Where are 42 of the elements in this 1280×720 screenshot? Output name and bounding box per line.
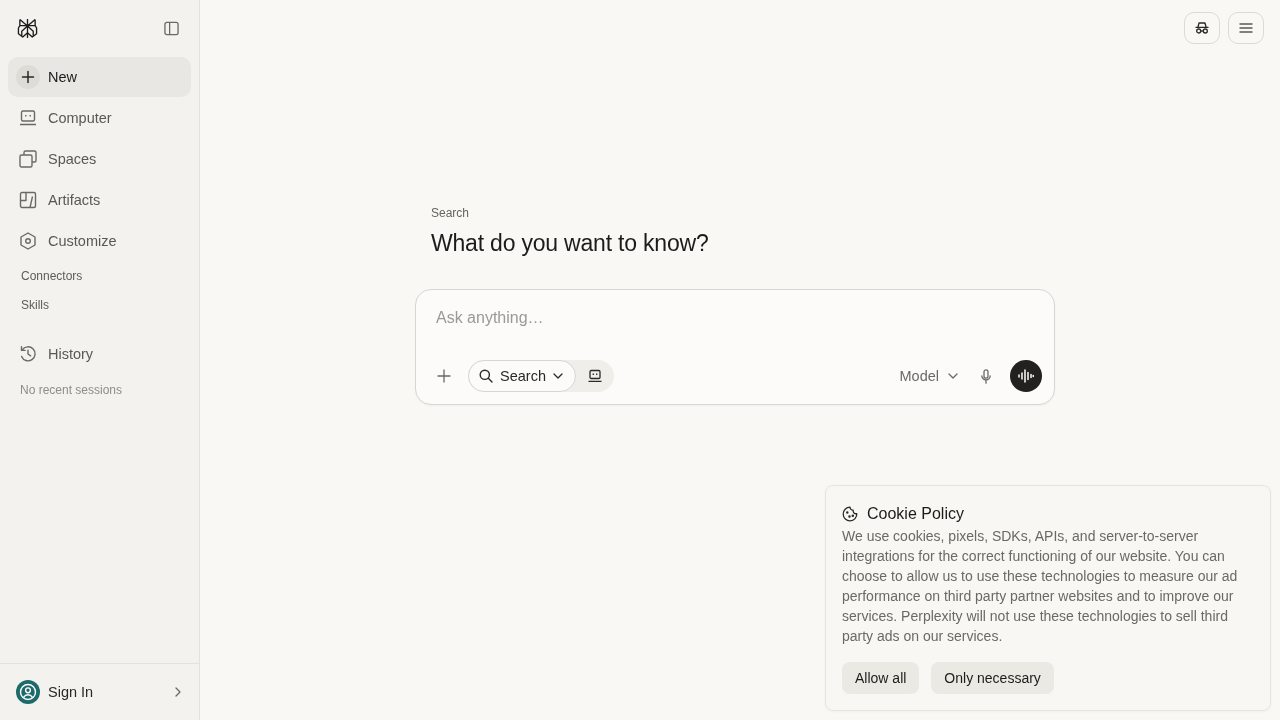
- nav-item[interactable]: Spaces: [8, 139, 191, 179]
- plus-icon: [16, 65, 40, 89]
- section-label: Search: [431, 205, 470, 221]
- chevron-down-icon: [552, 373, 563, 379]
- nav-item[interactable]: New: [8, 57, 191, 97]
- nav-item[interactable]: Computer: [8, 98, 191, 138]
- mode-tab[interactable]: Search: [468, 360, 576, 392]
- sidebar-link[interactable]: Skills: [8, 290, 49, 319]
- hexagon-icon: [19, 232, 37, 250]
- cookie-button[interactable]: Only necessary: [931, 662, 1054, 694]
- panels-icon: [19, 191, 37, 209]
- chevron-right-icon: [175, 687, 181, 697]
- stacked-squares-icon: [19, 150, 37, 168]
- search-icon: [479, 369, 493, 383]
- sign-in-button[interactable]: Sign In: [16, 676, 183, 708]
- laptop-icon: [587, 369, 602, 383]
- microphone-icon: [981, 368, 991, 384]
- hat-glasses-icon: [1195, 22, 1209, 34]
- history-item[interactable]: History: [8, 334, 191, 374]
- history-icon: [19, 345, 37, 363]
- user-avatar-icon: [16, 680, 40, 704]
- nav-item[interactable]: Customize: [8, 221, 191, 261]
- waveform-icon: [1018, 369, 1034, 383]
- query-input[interactable]: Ask anything…: [436, 306, 1034, 330]
- menu-button[interactable]: [1228, 12, 1264, 44]
- logo-icon[interactable]: [17, 17, 38, 39]
- nav-item[interactable]: Artifacts: [8, 180, 191, 220]
- cookie-title: Cookie Policy: [867, 505, 964, 523]
- model-selector[interactable]: Model: [895, 360, 962, 392]
- empty-history-text: No recent sessions: [19, 382, 124, 398]
- voice-mode-button[interactable]: [1010, 360, 1042, 392]
- laptop-icon: [19, 109, 37, 127]
- cookie-icon: [842, 506, 858, 522]
- page-title: What do you want to know?: [431, 229, 709, 258]
- incognito-button[interactable]: [1184, 12, 1220, 44]
- sidebar-link[interactable]: Connectors: [8, 261, 83, 290]
- menu-icon: [1239, 22, 1253, 34]
- cookie-text: We use cookies, pixels, SDKs, APIs, and server-to-server integrations for the correct functioning of our website. You can choose to allow us to use these technologies to measure our ad performance on third party partner websites and to improve our services. Perplexity will not use these technologies to sell third party ads on our services.: [842, 527, 1239, 646]
- cookie-button[interactable]: Allow all: [842, 662, 920, 694]
- plus-icon: [437, 369, 451, 383]
- chevron-down-icon: [948, 373, 958, 379]
- panel-icon: [163, 20, 179, 36]
